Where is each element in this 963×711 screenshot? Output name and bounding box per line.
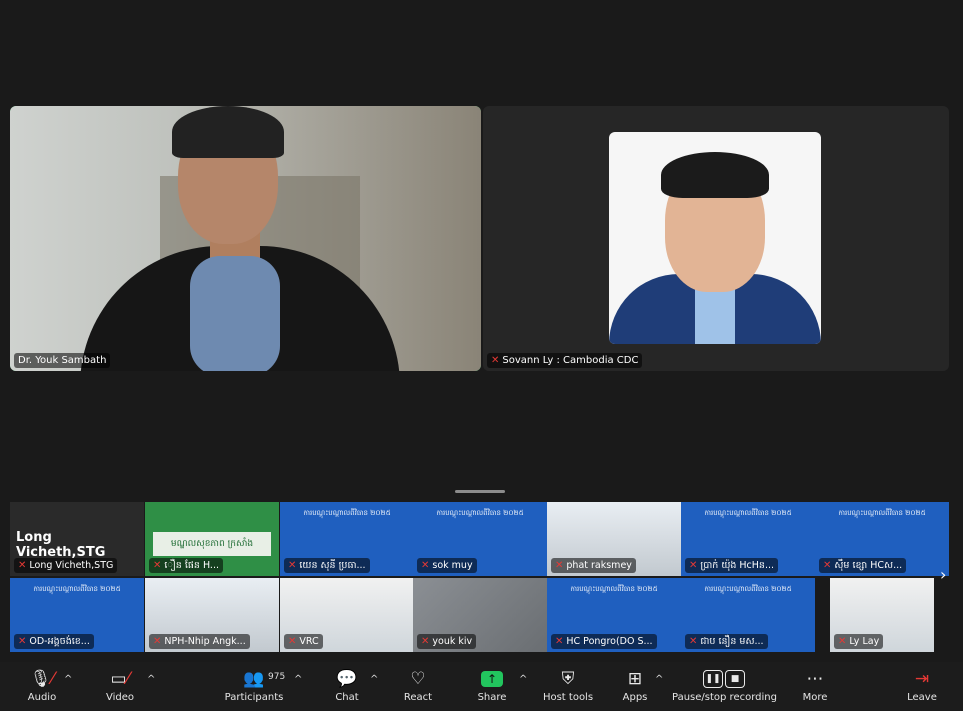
gallery-resize-handle[interactable]: [455, 490, 505, 493]
mic-muted-icon: ✕: [421, 636, 430, 647]
chat-button[interactable]: 💬 Chat: [327, 668, 367, 703]
audio-button[interactable]: 🎙⁄ Audio: [22, 668, 62, 703]
apps-caret-icon[interactable]: ^: [655, 674, 663, 685]
mic-muted-icon: ✕: [18, 560, 27, 571]
mic-muted-icon: ✕: [689, 636, 698, 647]
host-tools-button[interactable]: ⛨ Host tools: [542, 668, 594, 703]
gallery-tile[interactable]: ការបណ្តុះបណ្តាលពីវិធាន ២០២៥ ✕ sok muy: [413, 502, 547, 576]
gallery-tile[interactable]: ✕ VRC: [280, 578, 414, 652]
meeting-toolbar: 🎙⁄ Audio ^ ▭⁄ Video ^ 👥 Participants 975…: [0, 662, 963, 711]
gallery-tile[interactable]: មណ្ឌលសុខភាព ក្រសាំង ✕ឿន ផែន H...: [145, 502, 279, 576]
speaker-tile-2[interactable]: ✕ Sovann Ly : Cambodia CDC: [483, 106, 949, 371]
gallery-tile[interactable]: ការបណ្តុះបណ្តាលពីវិធាន ២០២៥ ✕ HC Pongro(D…: [547, 578, 681, 652]
chat-icon: 💬: [336, 669, 358, 689]
share-button[interactable]: ↑ Share: [472, 668, 512, 703]
leave-icon: ⇥: [914, 669, 930, 689]
leave-button[interactable]: ⇥ Leave: [902, 668, 942, 703]
heart-icon: ♡: [410, 669, 426, 689]
mic-muted-icon: ✕: [555, 560, 564, 571]
mic-muted-icon: ✕: [421, 560, 430, 571]
gallery-tile[interactable]: ការបណ្តុះបណ្តាលពីវិធាន ២០២៥ ✕ ស៊ឹម ខ្សោ H…: [815, 502, 949, 576]
gallery-next-arrow-icon[interactable]: ›: [940, 565, 946, 584]
profile-photo: [609, 132, 821, 344]
gallery-tile[interactable]: ✕ phat raksmey: [547, 502, 681, 576]
mic-muted-icon: ✕: [288, 560, 297, 571]
mic-muted-icon: ✕: [555, 636, 564, 647]
meeting-stage: Dr. Youk Sambath ✕ Sovann Ly : Cambodia …: [0, 0, 963, 662]
mic-muted-icon: 🎙⁄: [29, 669, 55, 689]
mic-muted-icon: ✕: [838, 636, 847, 647]
share-caret-icon[interactable]: ^: [519, 674, 527, 685]
mic-muted-icon: ✕: [823, 560, 832, 571]
mic-muted-icon: ✕: [491, 355, 500, 366]
mic-muted-icon: ✕: [288, 636, 297, 647]
video-options-caret-icon[interactable]: ^: [147, 674, 155, 685]
more-icon: ⋯: [806, 669, 824, 689]
apps-button[interactable]: ⊞ Apps: [617, 668, 653, 703]
mic-muted-icon: ✕: [153, 636, 162, 647]
gallery-tile[interactable]: ✕ Ly Lay: [830, 578, 934, 652]
gallery-tile[interactable]: ✕ youk kiv: [413, 578, 547, 652]
mic-muted-icon: ✕: [153, 560, 162, 571]
gallery-tile[interactable]: Long Vicheth,STG ✕ Long Vicheth,STG: [10, 502, 144, 576]
video-off-icon: ▭⁄: [110, 669, 130, 689]
react-button[interactable]: ♡ React: [398, 668, 438, 703]
gallery-tile[interactable]: ការបណ្តុះបណ្តាលពីវិធាន ២០២៥ ✕ យេន សុនី ប្…: [280, 502, 414, 576]
speaker-name-label: Dr. Youk Sambath: [14, 353, 111, 368]
video-button[interactable]: ▭⁄ Video: [100, 668, 140, 703]
shield-icon: ⛨: [561, 669, 575, 689]
chat-caret-icon[interactable]: ^: [370, 674, 378, 685]
gallery-tile[interactable]: ការបណ្តុះបណ្តាលពីវិធាន ២០២៥ ✕ OD-អង្គចង់ខ…: [10, 578, 144, 652]
recording-button[interactable]: ❚❚ ■ Pause/stop recording: [672, 668, 777, 703]
gallery-tile[interactable]: ✕ NPH-Nhip Angk...: [145, 578, 279, 652]
participants-caret-icon[interactable]: ^: [294, 674, 302, 685]
more-button[interactable]: ⋯ More: [795, 668, 835, 703]
gallery-tile[interactable]: ការបណ្តុះបណ្តាលពីវិធាន ២០២៥ ✕ ជាប នឿន មស.…: [681, 578, 815, 652]
apps-icon: ⊞: [627, 669, 643, 689]
pause-stop-icon: ❚❚ ■: [672, 668, 776, 690]
speaker-tile-1[interactable]: Dr. Youk Sambath: [10, 106, 481, 371]
gallery-tile[interactable]: ការបណ្តុះបណ្តាលពីវិធាន ២០២៥ ✕ ប្រាក់ យ៉ុង…: [681, 502, 815, 576]
mic-muted-icon: ✕: [18, 636, 27, 647]
audio-options-caret-icon[interactable]: ^: [64, 674, 72, 685]
speaker-name-label: ✕ Sovann Ly : Cambodia CDC: [487, 353, 643, 368]
mic-muted-icon: ✕: [689, 560, 698, 571]
share-icon: ↑: [472, 668, 512, 690]
participants-count: 975: [268, 672, 286, 682]
